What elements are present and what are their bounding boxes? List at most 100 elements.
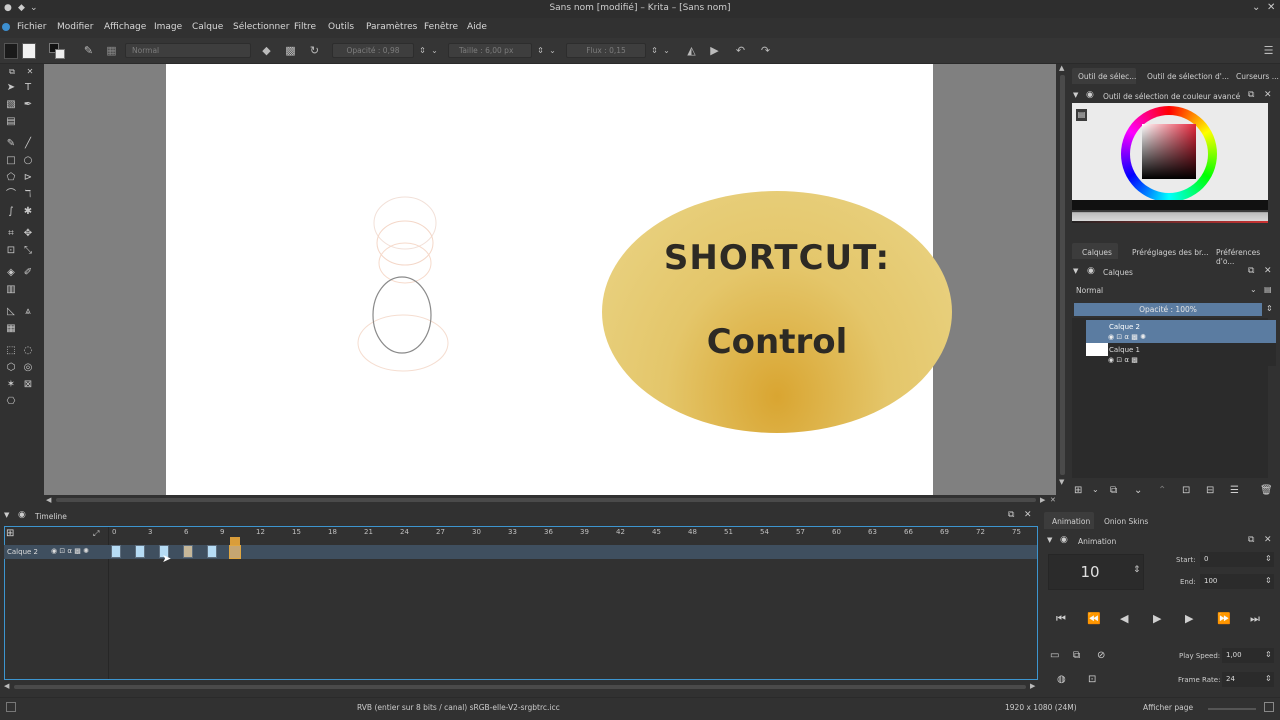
select-shapes-tool-icon[interactable]: ➤ <box>5 82 17 94</box>
tab-color-selector[interactable]: Outil de sélection d'... <box>1147 72 1229 81</box>
layer-opacity-slider[interactable]: Opacité : 100% <box>1074 303 1262 316</box>
start-input[interactable]: 0 <box>1200 552 1274 567</box>
frame-rate-spin-icon[interactable]: ⇕ <box>1265 674 1272 683</box>
flow-dropdown-icon[interactable]: ⌄ <box>660 44 673 57</box>
foreground-color-swatch[interactable] <box>4 43 18 59</box>
freehand-brush-tool-icon[interactable]: ✎ <box>5 138 17 150</box>
layer-visibility-icon[interactable]: ◉ ⊡ α ▩ <box>1108 356 1138 364</box>
previous-frame-icon[interactable]: ◀ <box>1120 612 1128 625</box>
line-tool-icon[interactable]: ╱ <box>22 138 34 150</box>
start-spin-icon[interactable]: ⇕ <box>1265 554 1272 563</box>
measure-tool-icon[interactable]: ⤡ <box>22 245 34 257</box>
gradient-edit-icon[interactable]: ▤ <box>5 116 17 128</box>
view-mode-select[interactable]: Afficher page <box>1143 703 1193 712</box>
collapse-color-panel-icon[interactable]: ▼ <box>1073 91 1078 99</box>
copy-frame-icon[interactable]: ⧉ <box>1073 650 1080 661</box>
timeline-settings-icon[interactable]: ⤢ <box>93 529 99 539</box>
ellipse-tool-icon[interactable]: ○ <box>22 155 34 167</box>
keyframe-cell[interactable] <box>135 545 145 558</box>
layer-opacity-spin-icon[interactable]: ⇕ <box>1266 304 1273 313</box>
next-keyframe-icon[interactable]: ⏩ <box>1217 612 1231 625</box>
toolbox-float-icon[interactable]: ⧉ <box>6 66 18 78</box>
brush-preset-icon[interactable]: ✎ <box>82 44 95 57</box>
color-panel-float-icon[interactable]: ⧉ <box>1248 90 1254 100</box>
layer-blend-mode-select[interactable]: Normal <box>1072 283 1262 298</box>
menu-tools[interactable]: Outils <box>328 22 354 32</box>
remove-frame-icon[interactable]: ⊘ <box>1097 650 1105 661</box>
add-layer-dropdown-icon[interactable]: ⌄ <box>1092 485 1099 494</box>
ellipse-select-tool-icon[interactable]: ◌ <box>22 345 34 357</box>
end-spin-icon[interactable]: ⇕ <box>1265 576 1272 585</box>
timeline-scroll-right-icon[interactable]: ▶ <box>1030 682 1035 690</box>
layer-blend-dropdown-icon[interactable]: ⌄ <box>1250 285 1257 294</box>
layers-panel-float-icon[interactable]: ⧉ <box>1248 266 1254 276</box>
bezier-tool-icon[interactable]: ⌒ <box>5 189 17 201</box>
layer-properties-icon[interactable]: ⊡ <box>1182 485 1190 496</box>
layers-panel-close-icon[interactable]: ✕ <box>1264 266 1272 276</box>
menu-select[interactable]: Sélectionner <box>233 22 289 32</box>
next-frame-icon[interactable]: ▶ <box>1185 612 1193 625</box>
add-blank-frame-icon[interactable]: ▭ <box>1050 650 1059 661</box>
delete-layer-icon[interactable]: 🗑 <box>1260 485 1273 496</box>
play-speed-spin-icon[interactable]: ⇕ <box>1265 650 1272 659</box>
polyline-tool-icon[interactable]: ⊳ <box>22 172 34 184</box>
tab-sliders[interactable]: Curseurs ... <box>1236 72 1279 81</box>
menu-settings[interactable]: Paramètres <box>366 22 417 32</box>
crop-tool-icon[interactable]: ⌗ <box>5 228 17 240</box>
menu-help[interactable]: Aide <box>467 22 487 32</box>
color-panel-close-icon[interactable]: ✕ <box>1264 90 1272 100</box>
rect-select-tool-icon[interactable]: ⬚ <box>5 345 17 357</box>
collapse-timeline-icon[interactable]: ▼ <box>4 511 9 519</box>
contiguous-select-tool-icon[interactable]: ✶ <box>5 379 17 391</box>
edit-shapes-tool-icon[interactable]: ▧ <box>5 99 17 111</box>
move-layer-up-icon[interactable]: ⌃ <box>1158 485 1166 496</box>
playhead[interactable] <box>230 537 240 545</box>
reload-preset-icon[interactable]: ↻ <box>308 44 321 57</box>
previous-keyframe-icon[interactable]: ⏪ <box>1087 612 1101 625</box>
scroll-right-icon[interactable]: ▶ <box>1040 496 1045 504</box>
menu-view[interactable]: Affichage <box>104 22 146 32</box>
similar-select-tool-icon[interactable]: ⊠ <box>22 379 34 391</box>
vertical-scroll-thumb[interactable] <box>1060 75 1065 475</box>
keyframe-cell[interactable] <box>207 545 217 558</box>
mirror-vertical-icon[interactable]: ▶ <box>708 44 721 57</box>
text-tool-icon[interactable]: T <box>22 82 34 94</box>
color-history-strip[interactable] <box>1072 200 1268 222</box>
timeline-layer-toggles-icon[interactable]: ◉ ⊡ α ▩ ✺ <box>51 547 89 555</box>
horizontal-scroll-thumb[interactable] <box>56 498 1036 502</box>
tab-tool-options[interactable]: Préférences d'o... <box>1216 248 1280 266</box>
zoom-slider[interactable] <box>1208 708 1256 710</box>
minimize-icon[interactable]: ⌄ <box>1252 2 1260 13</box>
layer-panel-menu-icon[interactable]: ▤ <box>1264 285 1272 294</box>
timeline-float-icon[interactable]: ⧉ <box>1008 510 1014 520</box>
opacity-slider[interactable]: Opacité : 0,98 <box>332 43 414 58</box>
tab-layers[interactable]: Calques <box>1082 248 1112 257</box>
tab-onion-skins[interactable]: Onion Skins <box>1104 517 1148 526</box>
assistant-tool-icon[interactable]: ◺ <box>5 306 17 318</box>
undo-icon[interactable]: ↶ <box>734 44 747 57</box>
drop-frames-icon[interactable]: ⊡ <box>1088 674 1096 685</box>
move-tool-icon[interactable]: ✥ <box>22 228 34 240</box>
collapse-animation-icon[interactable]: ▼ <box>1047 536 1052 544</box>
image-size-status[interactable]: 1920 x 1080 (24M) <box>1005 703 1077 712</box>
timeline-scroll-thumb[interactable] <box>14 685 1026 689</box>
saturation-value-square[interactable] <box>1142 124 1196 179</box>
rectangle-tool-icon[interactable]: □ <box>5 155 17 167</box>
bezier-select-tool-icon[interactable]: ⎔ <box>5 396 17 408</box>
layer-settings-icon[interactable]: ☰ <box>1230 485 1239 496</box>
move-layer-down-icon[interactable]: ⌄ <box>1134 485 1142 496</box>
animation-float-icon[interactable]: ⧉ <box>1248 535 1254 545</box>
layer-frame-row[interactable] <box>108 545 1037 559</box>
menu-layer[interactable]: Calque <box>192 22 223 32</box>
background-color-swatch[interactable] <box>22 43 36 59</box>
timeline-scroll-left-icon[interactable]: ◀ <box>4 682 9 690</box>
menu-filter[interactable]: Filtre <box>294 22 316 32</box>
group-layer-icon[interactable]: ⊟ <box>1206 485 1214 496</box>
add-frame-icon[interactable]: ⊞ <box>6 528 14 539</box>
selection-display-icon[interactable] <box>6 702 16 712</box>
size-dropdown-icon[interactable]: ⌄ <box>546 44 559 57</box>
keyframe-cell[interactable] <box>183 545 193 558</box>
current-frame-cell[interactable] <box>229 545 241 559</box>
timeline-close-icon[interactable]: ✕ <box>1024 510 1032 520</box>
alpha-lock-icon[interactable]: ▩ <box>284 44 297 57</box>
